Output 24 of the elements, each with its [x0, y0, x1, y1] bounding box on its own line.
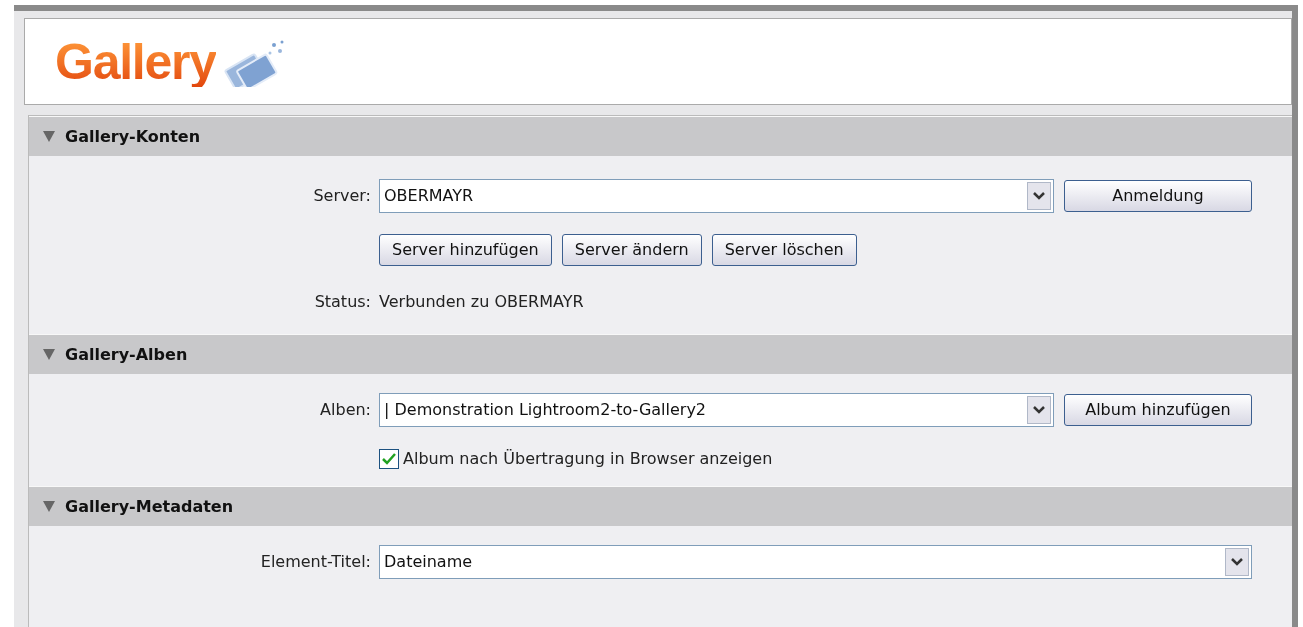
server-button[interactable]: Server hinzufügen — [379, 234, 552, 266]
server-button[interactable]: Server löschen — [711, 234, 857, 266]
expand-triangle-icon — [43, 349, 55, 360]
server-button[interactable]: Server ändern — [561, 234, 702, 266]
expand-triangle-icon — [43, 501, 55, 512]
field-label: Status: — [314, 292, 371, 311]
dropdown-field[interactable]: Dateiname — [379, 545, 1252, 579]
dropdown-field[interactable]: OBERMAYR — [379, 179, 1054, 213]
chevron-down-icon[interactable] — [1027, 182, 1051, 210]
field-label: Alben: — [320, 400, 371, 419]
field-label: Element-Titel: — [260, 552, 371, 571]
section-header[interactable]: Gallery-Konten — [29, 116, 1292, 156]
checkbox-label: Album nach Übertragung in Browser anzeigen — [403, 448, 773, 470]
chevron-down-icon[interactable] — [1027, 396, 1051, 424]
checkbox[interactable] — [379, 449, 399, 469]
action-button[interactable]: Album hinzufügen — [1064, 394, 1252, 426]
section-header[interactable]: Gallery-Metadaten — [29, 486, 1292, 526]
status-text: Verbunden zu OBERMAYR — [379, 291, 584, 313]
dropdown-field[interactable]: | Demonstration Lightroom2-to-Gallery2 — [379, 393, 1054, 427]
action-button[interactable]: Anmeldung — [1064, 180, 1252, 212]
field-label: Server: — [313, 186, 371, 205]
chevron-down-icon[interactable] — [1225, 548, 1249, 576]
expand-triangle-icon — [43, 131, 55, 142]
section-header[interactable]: Gallery-Alben — [29, 334, 1292, 374]
